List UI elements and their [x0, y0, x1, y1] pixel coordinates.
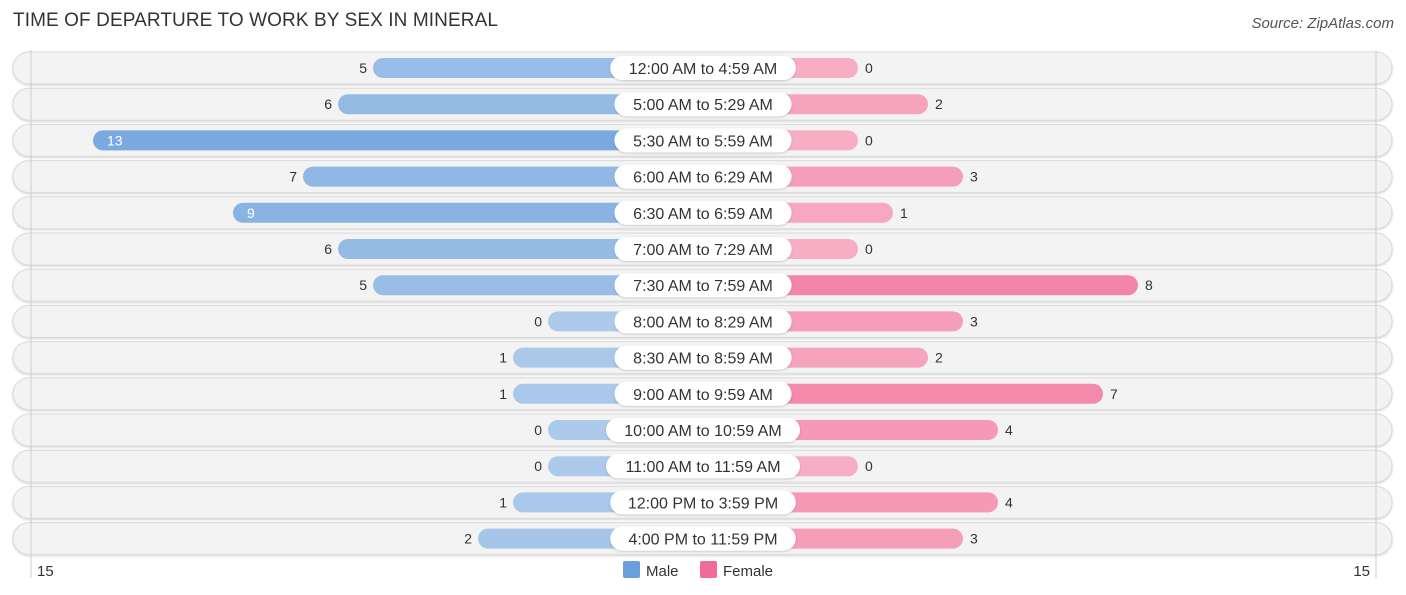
value-label-male: 2: [464, 531, 472, 547]
value-label-male: 6: [324, 96, 332, 112]
category-label: 5:30 AM to 5:59 AM: [633, 133, 773, 150]
value-label-female: 1: [900, 205, 908, 221]
legend-swatch-male: [623, 561, 640, 578]
value-label-female: 0: [865, 458, 873, 474]
value-label-male: 1: [499, 494, 507, 510]
value-label-female: 8: [1145, 277, 1153, 293]
category-label: 12:00 PM to 3:59 PM: [628, 495, 778, 512]
legend: Male Female: [623, 561, 773, 580]
value-label-male: 1: [499, 386, 507, 402]
category-label: 10:00 AM to 10:59 AM: [624, 423, 781, 440]
legend-label-female: Female: [723, 563, 773, 580]
value-label-female: 2: [935, 96, 943, 112]
chart: 5 0 12:00 AM to 4:59 AM 6 2 5:00 AM to 5:29 A…: [12, 50, 1393, 580]
category-label: 7:30 AM to 7:59 AM: [633, 278, 773, 295]
value-label-female: 0: [865, 241, 873, 257]
value-label-male: 0: [534, 313, 542, 329]
category-label: 11:00 AM to 11:59 AM: [625, 459, 780, 476]
axis-min-label: 15: [37, 563, 54, 580]
value-label-female: 3: [970, 313, 978, 329]
value-label-male: 7: [289, 169, 297, 185]
value-label-female: 0: [865, 60, 873, 76]
value-label-male: 0: [534, 458, 542, 474]
category-label: 6:30 AM to 6:59 AM: [633, 206, 773, 223]
value-label-female: 4: [1005, 494, 1013, 510]
category-label: 4:00 PM to 11:59 PM: [628, 532, 777, 549]
value-label-male: 5: [359, 60, 367, 76]
value-label-male: 9: [247, 205, 255, 221]
value-label-male: 13: [107, 132, 123, 148]
bar-male[interactable]: [93, 130, 703, 151]
value-label-female: 7: [1110, 386, 1118, 402]
category-label: 5:00 AM to 5:29 AM: [633, 97, 773, 114]
category-label: 12:00 AM to 4:59 AM: [629, 61, 778, 78]
legend-label-male: Male: [646, 563, 679, 580]
value-label-female: 0: [865, 132, 873, 148]
value-label-female: 4: [1005, 422, 1013, 438]
category-label: 8:30 AM to 8:59 AM: [633, 351, 773, 368]
category-label: 6:00 AM to 6:29 AM: [633, 170, 773, 187]
value-label-male: 6: [324, 241, 332, 257]
value-label-female: 3: [970, 531, 978, 547]
category-label: 7:00 AM to 7:29 AM: [633, 242, 773, 259]
value-label-female: 2: [935, 350, 943, 366]
category-label: 8:00 AM to 8:29 AM: [633, 314, 773, 331]
value-label-female: 3: [970, 169, 978, 185]
category-label: 9:00 AM to 9:59 AM: [633, 387, 773, 404]
axis-max-label: 15: [1353, 563, 1370, 580]
value-label-male: 1: [499, 350, 507, 366]
value-label-male: 0: [534, 422, 542, 438]
value-label-male: 5: [359, 277, 367, 293]
legend-swatch-female: [700, 561, 717, 578]
